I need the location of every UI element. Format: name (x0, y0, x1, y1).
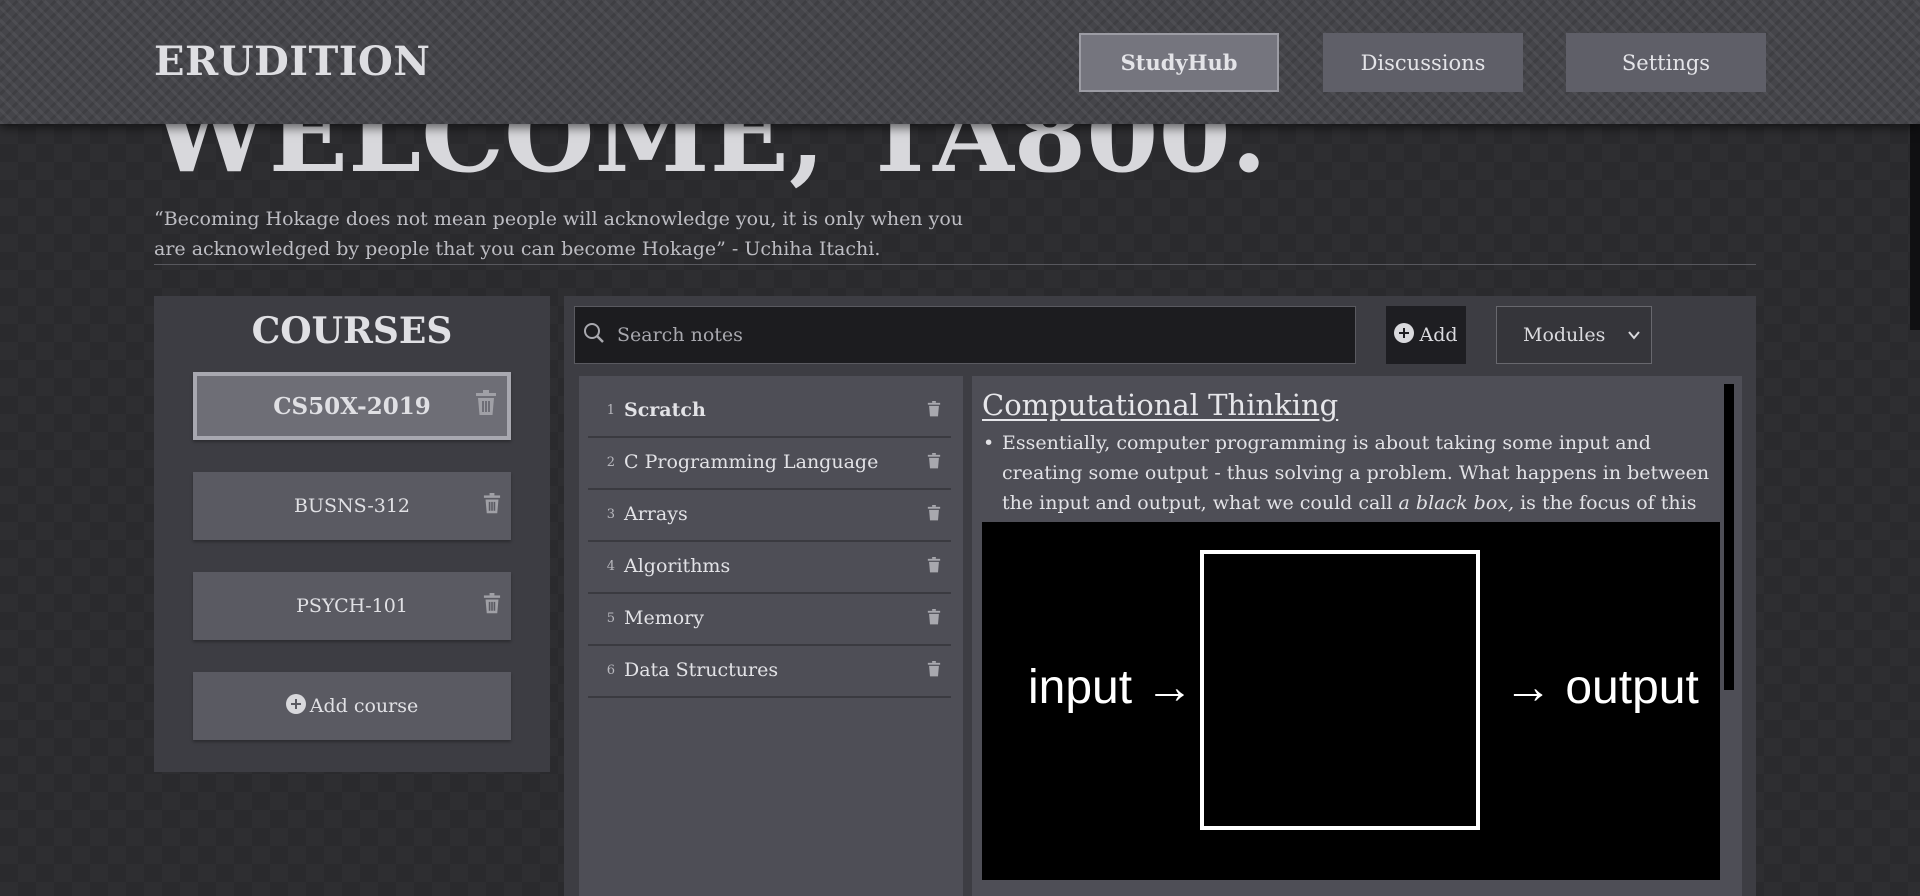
top-header: ERUDITION StudyHub Discussions Settings (0, 0, 1920, 124)
divider (154, 264, 1756, 265)
module-title: Algorithms (624, 555, 731, 577)
notes-panel: Add Modules 1 Scratch 2 C Programming La… (564, 296, 1756, 896)
app-logo[interactable]: ERUDITION (154, 38, 430, 85)
courses-title: COURSES (251, 310, 453, 352)
trash-icon[interactable] (927, 609, 941, 629)
module-item-data-structures[interactable]: 6 Data Structures (588, 644, 951, 698)
module-title: Scratch (624, 399, 706, 421)
trash-icon[interactable] (927, 401, 941, 421)
add-note-button[interactable]: Add (1386, 306, 1466, 364)
module-title: C Programming Language (624, 451, 879, 473)
module-title: Memory (624, 607, 704, 629)
module-number: 2 (606, 454, 615, 470)
welcome-quote: “Becoming Hokage does not mean people wi… (154, 208, 963, 260)
module-item-algorithms[interactable]: 4 Algorithms (588, 540, 951, 594)
trash-icon[interactable] (483, 493, 501, 519)
modules-select-label: Modules (1523, 324, 1606, 346)
search-icon (583, 322, 605, 348)
module-item-arrays[interactable]: 3 Arrays (588, 488, 951, 542)
trash-icon[interactable] (927, 557, 941, 577)
module-item-memory[interactable]: 5 Memory (588, 592, 951, 646)
module-title: Data Structures (624, 659, 779, 681)
note-content: Computational Thinking Essentially, comp… (972, 376, 1742, 896)
module-number: 5 (606, 610, 615, 626)
search-input[interactable] (615, 323, 1319, 347)
module-number: 1 (606, 402, 615, 418)
trash-icon[interactable] (927, 453, 941, 473)
nav-studyhub-button[interactable]: StudyHub (1079, 33, 1279, 92)
add-course-button[interactable]: Add course (193, 672, 511, 740)
module-list: 1 Scratch 2 C Programming Language 3 Arr… (579, 376, 963, 896)
module-number: 6 (606, 662, 615, 678)
diagram-output-label: → output (1504, 661, 1699, 714)
nav-discussions-button[interactable]: Discussions (1323, 33, 1523, 92)
plus-circle-icon (1394, 322, 1415, 348)
module-title: Arrays (624, 503, 688, 525)
course-card-busns[interactable]: BUSNS-312 (193, 472, 511, 540)
module-item-scratch[interactable]: 1 Scratch (588, 384, 951, 438)
trash-icon[interactable] (475, 390, 497, 422)
note-title: Computational Thinking (982, 388, 1339, 422)
course-label: PSYCH-101 (296, 595, 408, 617)
note-text-italic: a black box, (1398, 492, 1515, 514)
course-label: BUSNS-312 (293, 495, 410, 517)
chevron-down-icon (1627, 325, 1641, 347)
plus-circle-icon (285, 693, 306, 719)
note-scrollbar[interactable] (1724, 384, 1734, 690)
black-box-diagram: input → → output (982, 522, 1720, 880)
course-card-psych[interactable]: PSYCH-101 (193, 572, 511, 640)
module-item-c-programming[interactable]: 2 C Programming Language (588, 436, 951, 490)
trash-icon[interactable] (927, 661, 941, 681)
course-card-cs50x[interactable]: CS50X-2019 (193, 372, 511, 440)
nav-settings-button[interactable]: Settings (1566, 33, 1766, 92)
search-box[interactable] (574, 306, 1356, 364)
modules-select[interactable]: Modules (1496, 306, 1652, 364)
courses-panel: COURSES CS50X-2019 BUSNS-312 PSYCH-101 A… (154, 296, 550, 772)
trash-icon[interactable] (927, 505, 941, 525)
diagram-input-label: input → (1028, 661, 1194, 714)
module-number: 3 (606, 506, 615, 522)
trash-icon[interactable] (483, 593, 501, 619)
add-note-label: Add (1419, 324, 1458, 346)
course-label: CS50X-2019 (273, 392, 431, 420)
add-course-label: Add course (309, 695, 419, 717)
diagram-black-box (1200, 550, 1480, 830)
module-number: 4 (606, 558, 615, 574)
